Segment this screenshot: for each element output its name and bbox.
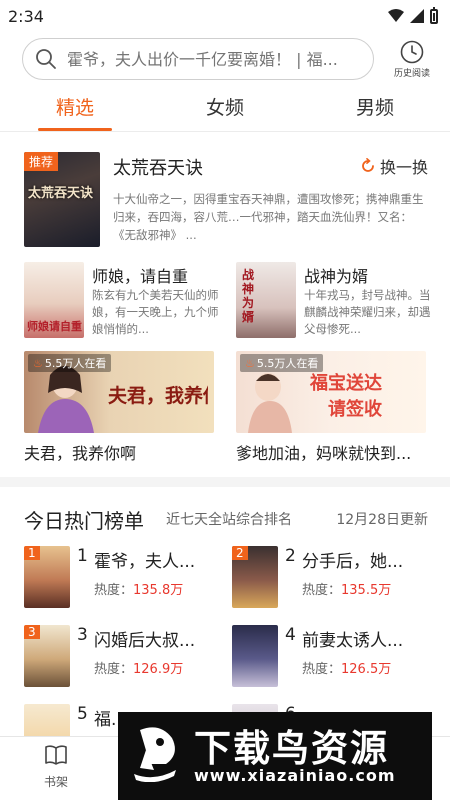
- rank-item[interactable]: 4 前妻太诱人... 热度：126.5万: [232, 625, 432, 689]
- rank-item[interactable]: 3 3 闪婚后大叔... 热度：126.9万: [24, 625, 224, 689]
- heat-value: 126.9万: [133, 662, 184, 677]
- viewers-count: 5.5万人在看: [256, 357, 319, 370]
- nav-bookshelf-label: 书架: [43, 775, 68, 789]
- heat-info: 热度：135.5万: [302, 579, 391, 598]
- history-clock-icon: [400, 40, 424, 64]
- ranking-date: 12月28日更新: [336, 512, 428, 528]
- rank-number: 4: [285, 625, 296, 645]
- book-title: 前妻太诱人...: [302, 631, 404, 651]
- rank-item[interactable]: 2 2 分手后，她... 热度：135.5万: [232, 546, 432, 610]
- banner-art-text: 夫君，我养你啊: [108, 385, 208, 407]
- status-icons: [388, 6, 438, 24]
- rank-number: 2: [285, 546, 296, 566]
- book-description: 十大仙帝之一，因得重宝吞天神鼎，遭围攻惨死；携神鼎重生归来，吞四海，容八荒…一代…: [113, 192, 424, 242]
- battery-icon: [430, 6, 438, 24]
- book-cover: 太荒吞天诀 推荐: [24, 152, 100, 247]
- banner-card[interactable]: 夫君，我养你啊 ♨5.5万人在看: [24, 351, 214, 433]
- tab-male[interactable]: 男频: [300, 86, 450, 132]
- banner-caption[interactable]: 爹地加油，妈咪就快到...: [236, 440, 411, 464]
- heat-label: 热度：: [94, 583, 134, 598]
- status-time: 2:34: [8, 6, 44, 26]
- category-tabs: 精选 女频 男频: [0, 86, 450, 132]
- heat-value: 135.5万: [341, 583, 392, 598]
- search-icon: [36, 49, 56, 69]
- book-title: 闪婚后大叔...: [94, 631, 196, 651]
- book-cover: 战神为婿: [236, 262, 296, 338]
- book-description: 十年戎马，封号战神。当麒麟战神荣耀归来，却遇父母惨死...: [304, 288, 431, 336]
- book-card[interactable]: 战神为婿 战神为婿 十年戎马，封号战神。当麒麟战神荣耀归来，却遇父母惨死...: [236, 262, 436, 340]
- rank-item[interactable]: 1 1 霍爷，夫人... 热度：135.8万: [24, 546, 224, 610]
- swap-label: 换一换: [379, 158, 428, 177]
- section-divider: [0, 477, 450, 487]
- heat-label: 热度：: [94, 662, 134, 677]
- book-title: 太荒吞天诀: [113, 158, 203, 179]
- nav-bookshelf[interactable]: 书架: [26, 743, 86, 790]
- book-title: 霍爷，夫人...: [94, 552, 196, 572]
- rank-number: 5: [77, 704, 88, 724]
- book-title: 分手后，她...: [302, 552, 404, 572]
- cover-art-title: 师娘请自重: [27, 320, 82, 333]
- heat-value: 126.5万: [341, 662, 392, 677]
- book-description: 陈玄有九个美若天仙的师娘，有一天晚上，九个师娘悄悄的...: [92, 288, 219, 336]
- recommend-badge: 推荐: [24, 152, 59, 171]
- book-cover: 师娘请自重: [24, 262, 84, 338]
- rank-number: 3: [77, 625, 88, 645]
- banner-caption[interactable]: 夫君，我养你啊: [24, 440, 136, 464]
- watermark-url: www.xiazainiao.com: [194, 766, 396, 785]
- fire-icon: ♨: [33, 357, 43, 370]
- history-reading-label: 历史阅读: [393, 69, 430, 79]
- book-cover: [232, 625, 278, 687]
- search-input[interactable]: [67, 49, 357, 69]
- history-reading-button[interactable]: 历史阅读: [388, 38, 436, 80]
- heat-value: 135.8万: [133, 583, 184, 598]
- book-cover: 1: [24, 546, 70, 608]
- book-title: 师娘，请自重: [92, 267, 189, 286]
- tab-female[interactable]: 女频: [150, 86, 300, 132]
- bird-logo-icon: [134, 727, 176, 782]
- rank-number-badge: 1: [24, 546, 40, 560]
- search-box[interactable]: [22, 38, 374, 80]
- rank-number-badge: 2: [232, 546, 248, 560]
- banner-art-text: 请签收: [328, 399, 382, 420]
- recommend-card[interactable]: 太荒吞天诀 推荐 太荒吞天诀 换一换 十大仙帝之一，因得重宝吞天神鼎，遭围攻惨死…: [24, 152, 428, 248]
- viewers-badge: ♨ 5.5万人在看: [28, 354, 112, 372]
- heat-info: 热度：126.5万: [302, 658, 391, 677]
- banner-art-text: 福宝送达: [310, 373, 382, 394]
- viewers-badge: ♨ 5.5万人在看: [240, 354, 324, 372]
- heat-label: 热度：: [302, 662, 342, 677]
- search-row: 历史阅读: [0, 36, 450, 82]
- refresh-icon: [362, 158, 374, 172]
- ranking-title: 今日热门榜单: [24, 509, 144, 533]
- banner-card[interactable]: 福宝送达 请签收 ♨ 5.5万人在看: [236, 351, 426, 433]
- book-cover: 2: [232, 546, 278, 608]
- book-cover: 3: [24, 625, 70, 687]
- rank-number-badge: 3: [24, 625, 40, 639]
- viewers-count: 5.5万人在看: [44, 357, 107, 370]
- rank-number: 1: [77, 546, 88, 566]
- book-title: 战神为婿: [304, 267, 369, 286]
- ranking-subtitle: 近七天全站综合排名: [166, 512, 292, 528]
- book-card[interactable]: 师娘请自重 师娘，请自重 陈玄有九个美若天仙的师娘，有一天晚上，九个师娘悄悄的.…: [24, 262, 224, 340]
- status-bar: 2:34: [0, 0, 450, 32]
- heat-label: 热度：: [302, 583, 342, 598]
- banner-figure: [248, 373, 292, 433]
- wifi-icon: [388, 9, 404, 22]
- cover-art-title: 战神为婿: [242, 268, 255, 324]
- swap-button[interactable]: 换一换: [360, 154, 428, 178]
- heat-info: 热度：126.9万: [94, 658, 183, 677]
- watermark: 下载鸟资源 www.xiazainiao.com: [118, 712, 432, 800]
- cover-art-title: 太荒吞天诀: [28, 186, 94, 201]
- fire-icon: ♨: [245, 357, 255, 370]
- heat-info: 热度：135.8万: [94, 579, 183, 598]
- signal-icon: [410, 9, 424, 23]
- book-icon: [45, 745, 67, 765]
- watermark-brand: 下载鸟资源: [194, 727, 389, 770]
- ranking-header: 今日热门榜单 近七天全站综合排名 12月28日更新: [24, 505, 428, 533]
- tab-featured[interactable]: 精选: [0, 86, 150, 132]
